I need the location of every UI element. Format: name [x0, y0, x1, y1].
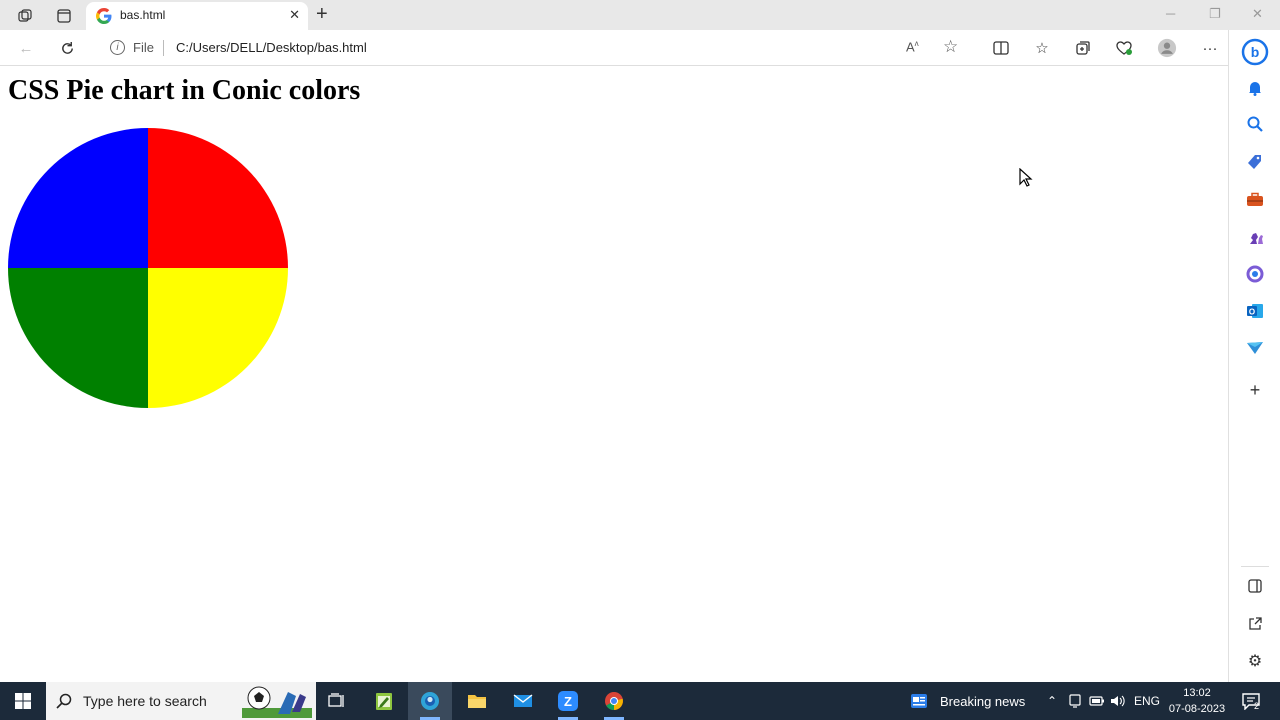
google-favicon-icon — [96, 8, 112, 24]
refresh-icon[interactable] — [57, 38, 77, 58]
notification-count: 2 — [1254, 701, 1260, 711]
tools-briefcase-icon[interactable] — [1245, 190, 1265, 210]
favorites-icon[interactable]: ☆ — [1032, 38, 1052, 58]
mouse-cursor-icon — [1019, 168, 1033, 187]
back-icon[interactable]: ← — [16, 38, 36, 58]
system-clock[interactable]: 13:02 07-08-2023 — [1166, 685, 1228, 717]
profile-avatar-icon[interactable] — [1157, 38, 1177, 58]
tab-active[interactable]: bas.html ✕ — [86, 2, 308, 30]
split-screen-icon[interactable] — [991, 38, 1011, 58]
pie-slice-3 — [8, 268, 148, 408]
volume-icon[interactable] — [1109, 682, 1127, 720]
games-chess-icon[interactable] — [1245, 227, 1265, 247]
file-scheme-label: File — [133, 40, 154, 55]
search-icon[interactable] — [1245, 114, 1265, 134]
tab-title: bas.html — [120, 8, 166, 22]
svg-text:Z: Z — [564, 694, 572, 709]
address-bar[interactable]: i File C:/Users/DELL/Desktop/bas.html Aʌ… — [98, 34, 972, 62]
device-icon[interactable] — [1066, 682, 1084, 720]
news-label: Breaking news — [940, 693, 1026, 709]
new-tab-icon[interactable]: + — [316, 4, 328, 24]
task-view-icon[interactable] — [322, 682, 352, 720]
read-aloud-icon[interactable]: Aʌ — [906, 39, 919, 54]
collections-icon[interactable] — [1073, 38, 1093, 58]
search-icon — [56, 693, 72, 709]
search-highlight-soccer-icon — [242, 686, 312, 718]
taskbar-search-box[interactable]: Type here to search — [46, 682, 316, 720]
workspaces-icon[interactable] — [14, 5, 36, 27]
zoom-app-icon[interactable]: Z — [552, 682, 584, 720]
address-separator — [163, 40, 164, 56]
edge-sidebar: b O + ⚙ — [1228, 30, 1280, 682]
show-hidden-icons-icon[interactable]: ⌃ — [1042, 682, 1062, 720]
file-explorer-icon[interactable] — [461, 682, 493, 720]
page-content: CSS Pie chart in Conic colors — [0, 67, 1228, 682]
outlook-icon[interactable]: O — [1245, 301, 1265, 321]
more-options-icon[interactable]: ··· — [1200, 38, 1220, 58]
tab-actions-icon[interactable] — [53, 5, 75, 27]
news-icon — [911, 694, 927, 708]
page-title: CSS Pie chart in Conic colors — [8, 75, 361, 106]
pie-chart — [8, 128, 288, 408]
url-text[interactable]: C:/Users/DELL/Desktop/bas.html — [176, 40, 367, 55]
pie-slice-4 — [8, 128, 148, 268]
svg-text:O: O — [1249, 308, 1255, 317]
pie-slice-2 — [148, 268, 288, 408]
add-sidebar-app-icon[interactable]: + — [1245, 380, 1265, 400]
bing-copilot-icon[interactable]: b — [1241, 38, 1269, 66]
windows-taskbar: Type here to search Z Breaking news ⌃ EN… — [0, 682, 1280, 720]
open-external-icon[interactable] — [1245, 614, 1265, 634]
settings-gear-icon[interactable]: ⚙ — [1245, 651, 1265, 671]
minimize-icon[interactable]: ─ — [1166, 6, 1175, 21]
mail-icon[interactable] — [507, 682, 539, 720]
info-icon[interactable]: i — [110, 40, 125, 55]
toolbar: ← i File C:/Users/DELL/Desktop/bas.html … — [0, 30, 1280, 66]
notepad-plus-plus-icon[interactable] — [368, 682, 400, 720]
favorite-star-icon[interactable]: ☆ — [943, 37, 958, 57]
shopping-tag-icon[interactable] — [1245, 152, 1265, 172]
pie-slice-1 — [148, 128, 288, 268]
notifications-bell-icon[interactable] — [1245, 78, 1265, 98]
windows-start-icon[interactable] — [0, 682, 46, 720]
clock-time: 13:02 — [1183, 687, 1211, 699]
action-center-icon[interactable]: 2 — [1236, 682, 1266, 720]
send-paper-plane-icon[interactable] — [1245, 338, 1265, 358]
browser-essentials-icon[interactable] — [1114, 38, 1134, 58]
news-widget[interactable]: Breaking news — [910, 682, 1030, 720]
search-placeholder: Type here to search — [83, 693, 207, 709]
chrome-icon[interactable] — [598, 682, 630, 720]
language-indicator[interactable]: ENG — [1134, 682, 1160, 720]
microsoft-365-icon[interactable] — [1245, 264, 1265, 284]
language-label: ENG — [1134, 694, 1161, 708]
close-tab-icon[interactable]: ✕ — [289, 7, 300, 23]
battery-icon[interactable] — [1088, 682, 1106, 720]
restore-icon[interactable]: ❐ — [1209, 6, 1221, 22]
tab-strip: bas.html ✕ + ─ ❐ ✕ — [0, 0, 1280, 30]
svg-text:b: b — [1251, 44, 1260, 60]
sidebar-divider — [1241, 566, 1269, 567]
clock-date: 07-08-2023 — [1168, 703, 1226, 715]
edge-taskbar-app[interactable] — [408, 682, 452, 720]
close-window-icon[interactable]: ✕ — [1252, 6, 1263, 22]
hide-sidebar-icon[interactable] — [1245, 576, 1265, 596]
edge-browser-icon — [421, 692, 439, 710]
